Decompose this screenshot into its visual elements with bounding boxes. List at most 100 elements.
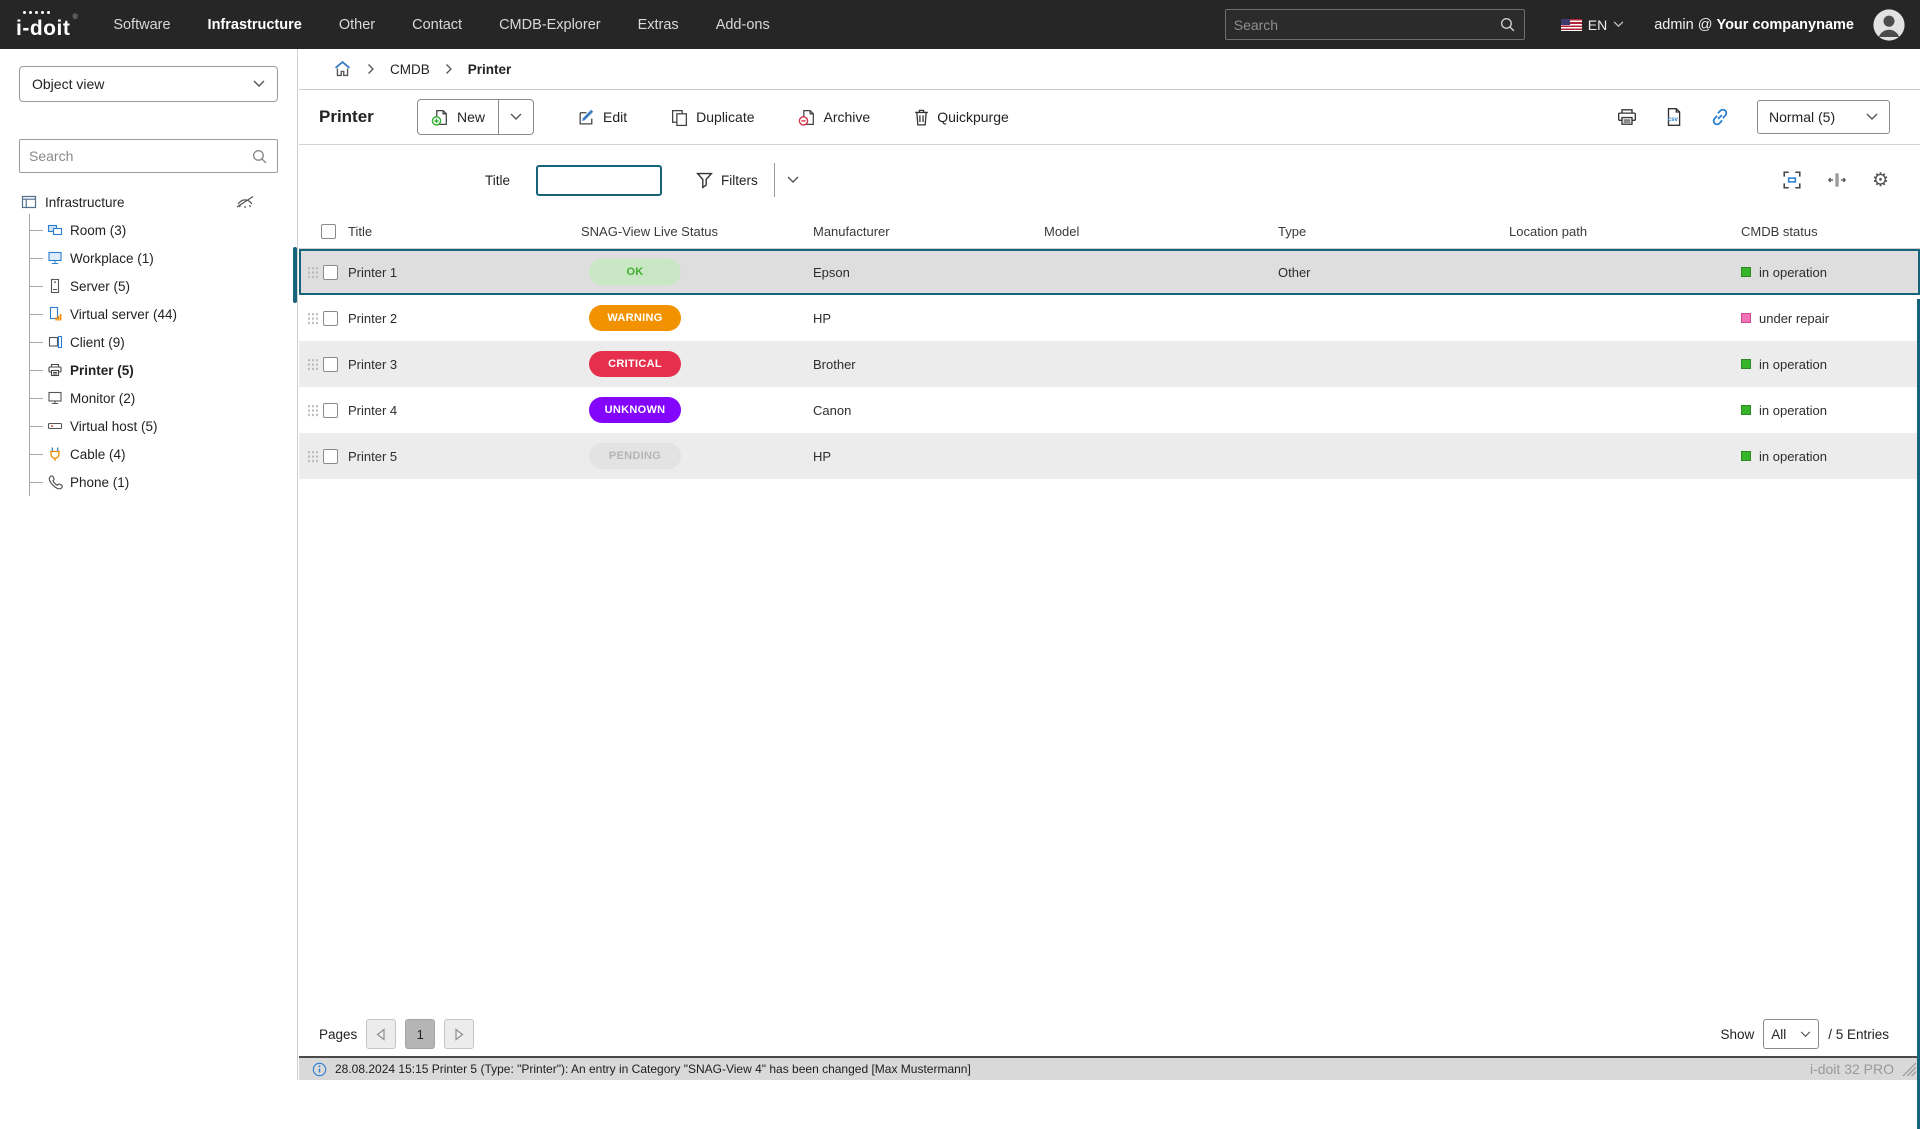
table-row[interactable]: Printer 4UNKNOWNCanonin operation bbox=[299, 387, 1920, 433]
tree-item-client[interactable]: Client (9) bbox=[30, 328, 297, 356]
column-resize-icon[interactable] bbox=[1827, 172, 1847, 188]
table-row[interactable]: Printer 5PENDINGHPin operation bbox=[299, 433, 1920, 479]
drag-handle-icon[interactable] bbox=[307, 450, 318, 463]
row-select-cell bbox=[299, 357, 348, 372]
filters-button[interactable]: Filters bbox=[696, 172, 758, 189]
tree-item-label: Printer (5) bbox=[70, 363, 134, 378]
tree-root-infrastructure[interactable]: Infrastructure bbox=[21, 190, 297, 214]
nav-item-add-ons[interactable]: Add-ons bbox=[716, 17, 770, 33]
search-icon[interactable] bbox=[1499, 16, 1516, 33]
pagination: Pages 1 Show All / 5 Entries bbox=[299, 1012, 1920, 1056]
version-watermark: i-doit 32 PRO bbox=[1810, 1061, 1894, 1077]
breadcrumb-cmdb[interactable]: CMDB bbox=[390, 62, 430, 77]
nav-item-contact[interactable]: Contact bbox=[412, 17, 462, 33]
table-row[interactable]: Printer 2WARNINGHPunder repair bbox=[299, 295, 1920, 341]
duplicate-icon bbox=[670, 108, 689, 127]
main-content: CMDB Printer Printer New Edit bbox=[299, 49, 1920, 1080]
column-header-snag-view-live-status[interactable]: SNAG-View Live Status bbox=[581, 224, 813, 239]
server-icon bbox=[47, 278, 63, 294]
select-all-checkbox[interactable] bbox=[321, 224, 336, 239]
row-checkbox[interactable] bbox=[323, 449, 338, 464]
tree-item-cable[interactable]: Cable (4) bbox=[30, 440, 297, 468]
quickpurge-button[interactable]: Quickpurge bbox=[913, 108, 1009, 127]
global-search-input[interactable] bbox=[1234, 17, 1499, 33]
tree-item-label: Phone (1) bbox=[70, 475, 129, 490]
new-dropdown-button[interactable] bbox=[498, 100, 533, 134]
tree-item-workplace[interactable]: Workplace (1) bbox=[30, 244, 297, 272]
tree-item-label: Virtual host (5) bbox=[70, 419, 158, 434]
drag-handle-icon[interactable] bbox=[307, 266, 318, 279]
drag-handle-icon[interactable] bbox=[307, 358, 318, 371]
main-menu: Software Infrastructure Other Contact CMDB-E… bbox=[113, 17, 769, 33]
tree-item-virtual-host[interactable]: Virtual host (5) bbox=[30, 412, 297, 440]
cmdb-status-square bbox=[1741, 267, 1751, 277]
page-1-button[interactable]: 1 bbox=[405, 1019, 435, 1049]
chevron-down-icon[interactable] bbox=[787, 176, 799, 184]
nav-item-extras[interactable]: Extras bbox=[638, 17, 679, 33]
archive-button[interactable]: Archive bbox=[798, 108, 871, 127]
gear-icon[interactable]: ⚙ bbox=[1872, 171, 1889, 190]
view-mode-select[interactable]: Normal (5) bbox=[1757, 100, 1890, 134]
row-checkbox[interactable] bbox=[323, 311, 338, 326]
edit-button[interactable]: Edit bbox=[577, 108, 627, 127]
drag-handle-icon[interactable] bbox=[307, 312, 318, 325]
tree-item-label: Monitor (2) bbox=[70, 391, 135, 406]
column-header-manufacturer[interactable]: Manufacturer bbox=[813, 224, 1044, 239]
monitor-icon bbox=[47, 390, 63, 406]
sidebar-search-input[interactable] bbox=[29, 148, 251, 164]
row-checkbox[interactable] bbox=[323, 403, 338, 418]
fullscreen-icon[interactable] bbox=[1782, 170, 1802, 190]
tree-item-virtual-server[interactable]: Virtual server (44) bbox=[30, 300, 297, 328]
idoit-logo[interactable]: i-doit ® bbox=[16, 8, 70, 41]
user-info[interactable]: admin @ Your companyname bbox=[1654, 17, 1854, 33]
page-title: Printer bbox=[319, 107, 397, 127]
entries-controls: Show All / 5 Entries bbox=[1720, 1019, 1889, 1049]
tree-item-room[interactable]: Room (3) bbox=[30, 216, 297, 244]
divider bbox=[774, 163, 775, 197]
language-selector[interactable]: EN bbox=[1561, 17, 1624, 33]
sidebar-scrollbar-thumb[interactable] bbox=[293, 247, 297, 303]
prev-page-button[interactable] bbox=[366, 1019, 396, 1049]
row-select-cell bbox=[299, 265, 348, 280]
home-icon[interactable] bbox=[333, 60, 352, 78]
tree-item-server[interactable]: Server (5) bbox=[30, 272, 297, 300]
column-header-location-path[interactable]: Location path bbox=[1509, 224, 1741, 239]
row-checkbox[interactable] bbox=[323, 357, 338, 372]
object-view-select[interactable]: Object view bbox=[19, 66, 278, 102]
csv-export-icon[interactable]: csv bbox=[1664, 107, 1683, 127]
cmdb-status-square bbox=[1741, 451, 1751, 461]
row-select-cell bbox=[299, 311, 348, 326]
toolbar-right: csv Normal (5) bbox=[1617, 100, 1890, 134]
nav-item-cmdb-explorer[interactable]: CMDB-Explorer bbox=[499, 17, 601, 33]
link-icon[interactable] bbox=[1710, 107, 1730, 127]
show-select[interactable]: All bbox=[1763, 1019, 1819, 1049]
cell-title: Printer 3 bbox=[348, 357, 581, 372]
table-row[interactable]: Printer 1OKEpsonOtherin operation bbox=[299, 249, 1920, 295]
drag-handle-icon[interactable] bbox=[307, 404, 318, 417]
eye-slash-icon[interactable] bbox=[235, 195, 255, 209]
triangle-left-icon bbox=[376, 1028, 386, 1041]
tree-item-monitor[interactable]: Monitor (2) bbox=[30, 384, 297, 412]
tree-item-printer[interactable]: Printer (5) bbox=[30, 356, 297, 384]
new-button[interactable]: New bbox=[418, 100, 498, 134]
avatar[interactable] bbox=[1872, 8, 1906, 42]
row-checkbox[interactable] bbox=[323, 265, 338, 280]
next-page-button[interactable] bbox=[444, 1019, 474, 1049]
search-icon[interactable] bbox=[251, 148, 268, 165]
title-filter-input[interactable] bbox=[536, 165, 662, 196]
print-icon[interactable] bbox=[1617, 108, 1637, 126]
column-header-title[interactable]: Title bbox=[348, 224, 581, 239]
column-header-cmdb-status[interactable]: CMDB status bbox=[1741, 224, 1920, 239]
nav-item-other[interactable]: Other bbox=[339, 17, 375, 33]
column-header-model[interactable]: Model bbox=[1044, 224, 1278, 239]
tree-item-label: Server (5) bbox=[70, 279, 130, 294]
nav-item-software[interactable]: Software bbox=[113, 17, 170, 33]
nav-item-infrastructure[interactable]: Infrastructure bbox=[208, 17, 302, 33]
tree-item-phone[interactable]: Phone (1) bbox=[30, 468, 297, 496]
table-row[interactable]: Printer 3CRITICALBrotherin operation bbox=[299, 341, 1920, 387]
cell-snag-status: UNKNOWN bbox=[581, 397, 813, 423]
header-checkbox-cell bbox=[299, 224, 348, 239]
duplicate-button[interactable]: Duplicate bbox=[670, 108, 754, 127]
column-header-type[interactable]: Type bbox=[1278, 224, 1509, 239]
status-badge: UNKNOWN bbox=[589, 397, 681, 423]
